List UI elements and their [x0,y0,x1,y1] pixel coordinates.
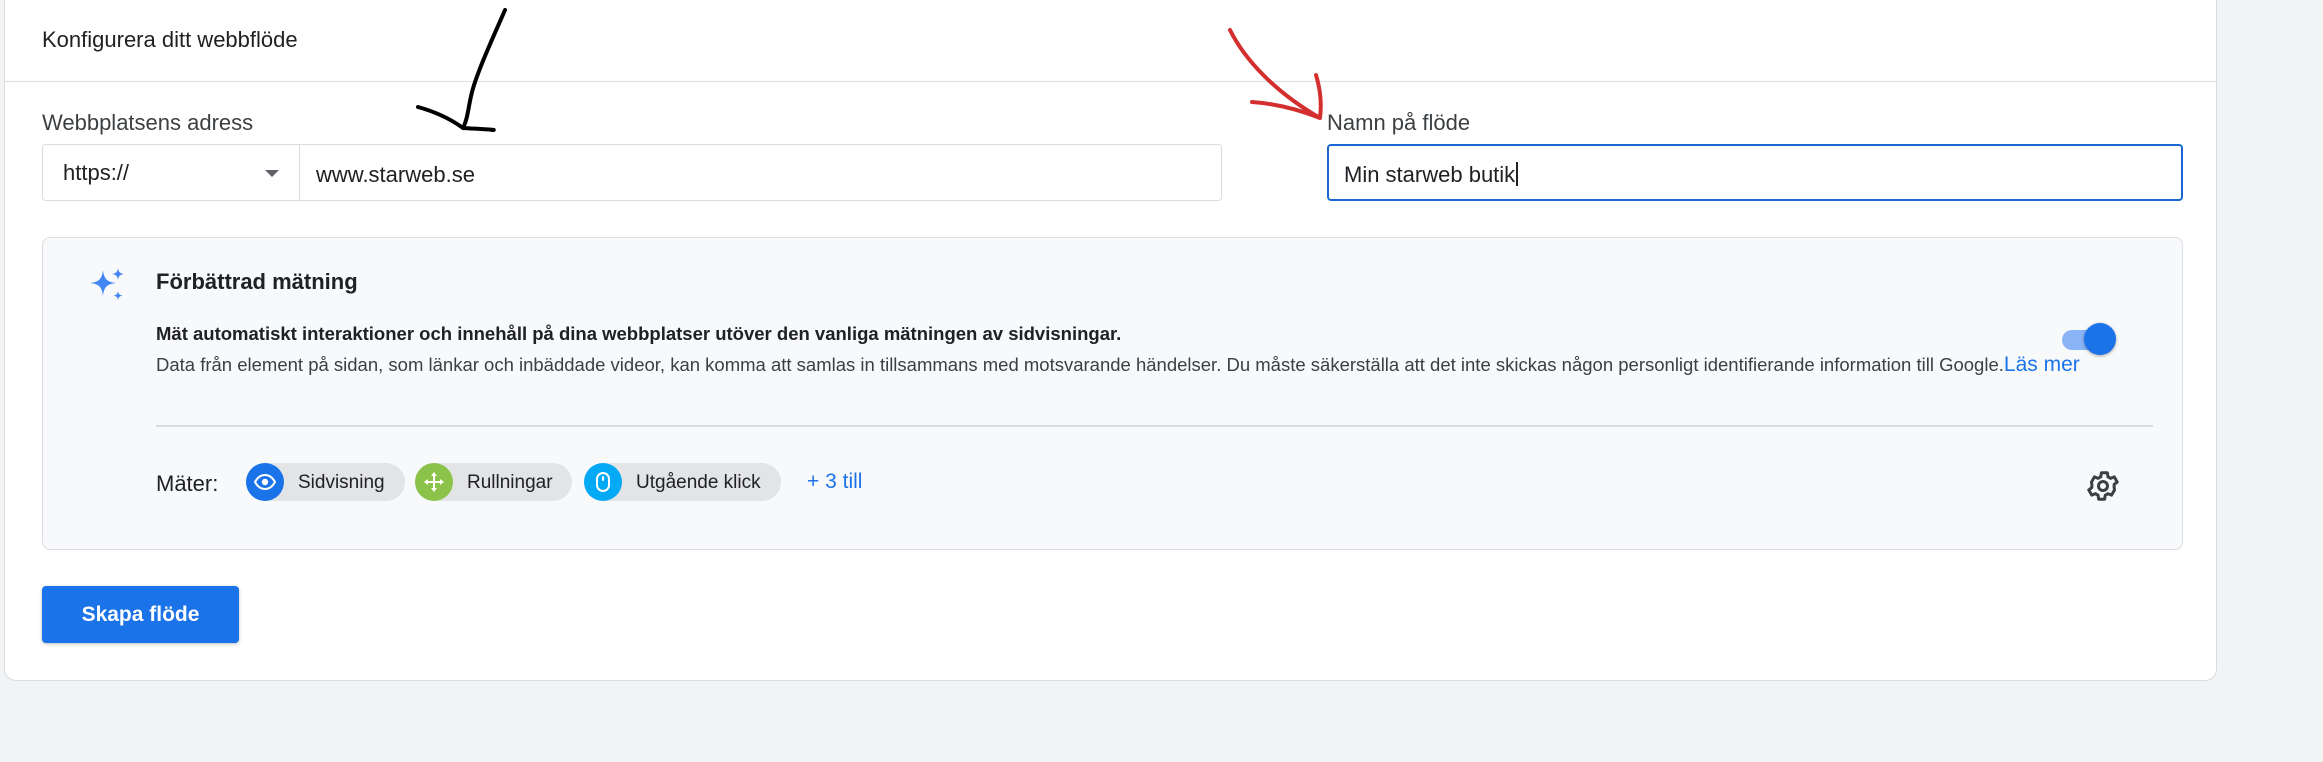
stream-name-input[interactable]: Min starweb butik [1327,144,2183,201]
card-title: Konfigurera ditt webbflöde [42,27,298,52]
more-events-link[interactable]: + 3 till [807,470,862,494]
sparkle-icon [90,268,124,301]
enhanced-measurement-title: Förbättrad mätning [156,269,358,294]
website-url-input[interactable]: www.starweb.se [300,145,1221,200]
eye-icon [246,463,284,501]
stream-name-value: Min starweb butik [1344,162,1516,187]
measures-label: Mäter: [156,471,219,496]
chevron-down-icon [265,170,279,177]
gear-icon[interactable] [2085,468,2121,504]
chip-label: Sidvisning [298,472,385,493]
chip-scrolls[interactable]: Rullningar [415,463,572,501]
move-arrows-icon [415,463,453,501]
enhanced-measurement-description: Data från element på sidan, som länkar o… [156,354,2004,375]
website-address-group: https:// www.starweb.se [42,144,1222,201]
chip-label: Utgående klick [636,472,761,493]
chip-label: Rullningar [467,472,553,493]
text-cursor [1516,162,1518,186]
enhanced-measurement-toggle[interactable] [2060,321,2118,357]
page: Konfigurera ditt webbflöde Webbplatsens … [0,0,2323,762]
toggle-thumb [2084,323,2116,355]
enhanced-measurement-panel: Förbättrad mätning Mät automatiskt inter… [42,237,2183,550]
chip-page-view[interactable]: Sidvisning [246,463,405,501]
mouse-icon [584,463,622,501]
protocol-select[interactable]: https:// [43,145,300,200]
enhanced-measurement-summary: Mät automatiskt interaktioner och innehå… [156,323,1122,344]
protocol-value: https:// [63,160,130,185]
web-stream-config-card: Konfigurera ditt webbflöde Webbplatsens … [4,0,2217,681]
create-stream-button[interactable]: Skapa flöde [42,586,239,643]
stream-name-label: Namn på flöde [1327,110,1471,135]
website-address-label: Webbplatsens adress [42,110,254,135]
card-header: Konfigurera ditt webbflöde [5,0,2216,82]
website-url-value: www.starweb.se [316,162,475,187]
chip-outbound-clicks[interactable]: Utgående klick [584,463,781,501]
divider [156,425,2153,427]
